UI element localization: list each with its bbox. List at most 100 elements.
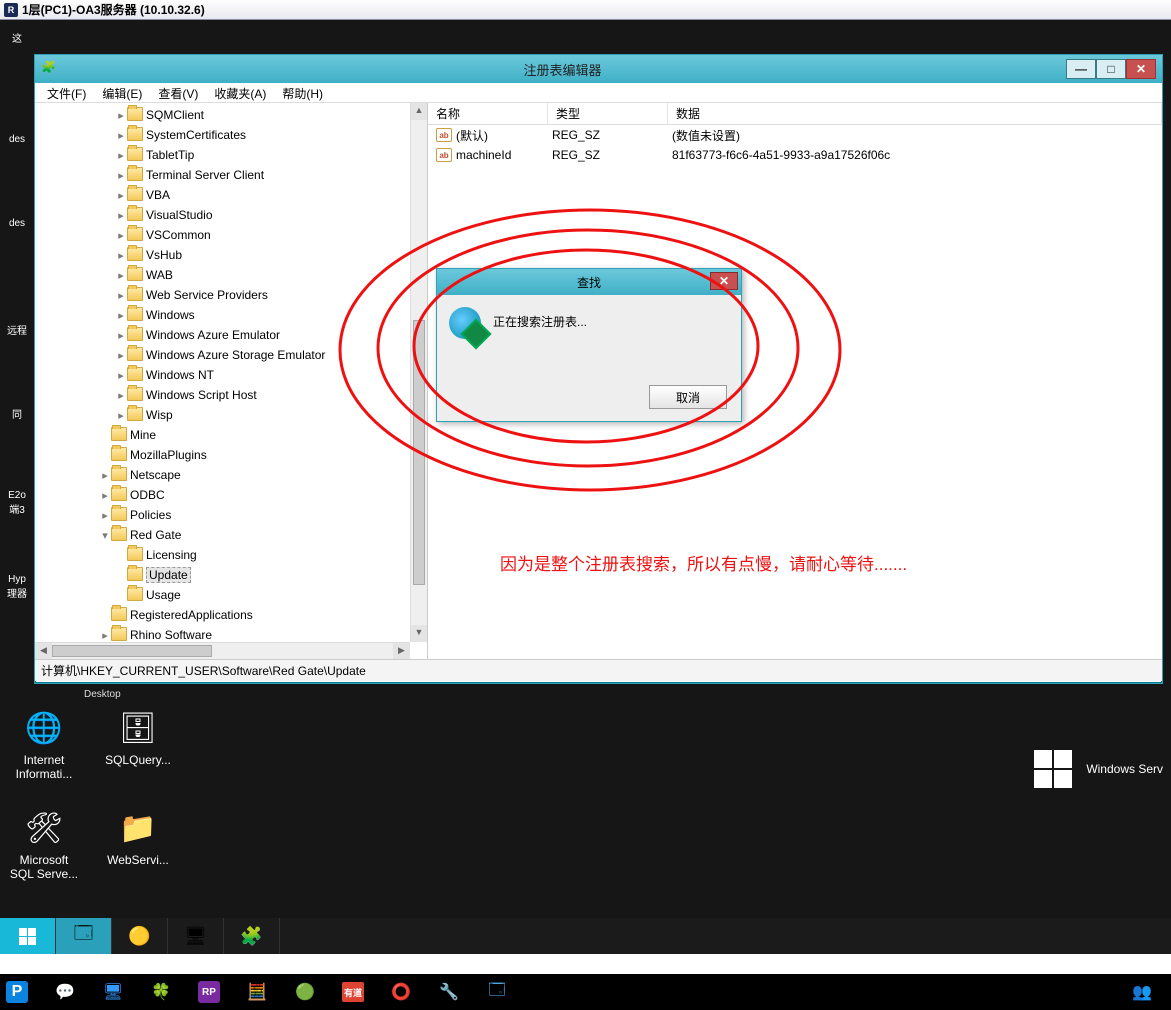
taskbar-teamviewer-icon[interactable]: ⭕	[390, 981, 412, 1003]
tree-item[interactable]: ▸Web Service Providers	[115, 285, 427, 305]
taskbar-people-icon[interactable]: 👥	[1131, 981, 1153, 1003]
icon-webservice[interactable]: 📁WebServi...	[102, 806, 174, 881]
taskbar-window-icon[interactable]: 🗔	[486, 981, 508, 1003]
icon-mssql[interactable]: 🛠Microsoft SQL Serve...	[8, 806, 80, 881]
scroll-right-icon[interactable]: ▶	[393, 643, 410, 659]
left-icon-0[interactable]: 这	[0, 30, 34, 90]
tree-hscroll[interactable]: ◀ ▶	[35, 642, 410, 659]
taskbar-clover-icon[interactable]: 🍀	[150, 981, 172, 1003]
tree-item[interactable]: Mine	[99, 425, 427, 445]
taskbar-tool-icon[interactable]: 🔧	[438, 981, 460, 1003]
tree-item[interactable]: ▸Windows	[115, 305, 427, 325]
registry-tree[interactable]: ▸SQMClient▸SystemCertificates▸TabletTip▸…	[35, 103, 428, 659]
menu-view[interactable]: 查看(V)	[150, 83, 206, 102]
left-icon-2[interactable]: des	[0, 218, 34, 278]
taskbar-control-panel[interactable]: 🖥	[168, 918, 224, 954]
tree-item[interactable]: ▸SystemCertificates	[115, 125, 427, 145]
tree-item[interactable]: ▸Windows Azure Storage Emulator	[115, 345, 427, 365]
tree-item[interactable]: ▸VisualStudio	[115, 205, 427, 225]
minimize-button[interactable]: —	[1066, 59, 1096, 79]
find-dialog-close-button[interactable]: ✕	[710, 272, 738, 290]
list-row[interactable]: ab(默认)REG_SZ(数值未设置)	[428, 125, 1162, 145]
regedit-statusbar: 计算机\HKEY_CURRENT_USER\Software\Red Gate\…	[35, 659, 1162, 681]
left-icon-3[interactable]: 远程	[0, 322, 34, 382]
tree-item[interactable]: ▸WAB	[115, 265, 427, 285]
regedit-title: 注册表编辑器	[59, 60, 1066, 79]
left-icon-4[interactable]: 同	[0, 406, 34, 466]
tree-item[interactable]: ▸Windows Azure Emulator	[115, 325, 427, 345]
left-icon-5[interactable]: E2o 端3	[0, 490, 34, 550]
string-value-icon: ab	[436, 148, 452, 162]
tree-item[interactable]: Licensing	[115, 545, 427, 565]
tree-item-redgate[interactable]: ▾Red Gate	[99, 525, 427, 545]
taskbar-browser[interactable]: 🟡	[112, 918, 168, 954]
scroll-up-icon[interactable]: ▲	[411, 103, 427, 120]
windows-logo-icon	[1034, 750, 1072, 788]
menu-fav[interactable]: 收藏夹(A)	[206, 83, 274, 102]
tree-item[interactable]: RegisteredApplications	[99, 605, 427, 625]
scroll-thumb[interactable]	[413, 320, 425, 585]
server-taskbar[interactable]: 🗔 🟡 🖥 🧩	[0, 918, 1171, 954]
tree-item[interactable]: ▸Terminal Server Client	[115, 165, 427, 185]
taskbar-p-icon[interactable]: P	[6, 981, 28, 1003]
icon-iis[interactable]: 🌐Internet Informati...	[8, 706, 80, 781]
taskbar-monitor-icon[interactable]: 🖥	[102, 981, 124, 1003]
string-value-icon: ab	[436, 128, 452, 142]
tree-item[interactable]: ▸SQMClient	[115, 105, 427, 125]
start-button[interactable]	[0, 918, 56, 954]
tree-item[interactable]: ▸TabletTip	[115, 145, 427, 165]
scroll-left-icon[interactable]: ◀	[35, 643, 52, 659]
taskbar-calculator-icon[interactable]: 🧮	[246, 981, 268, 1003]
left-icon-6[interactable]: Hyp 理器	[0, 574, 34, 634]
find-dialog-title: 查找	[577, 274, 601, 291]
tree-item[interactable]: ▸VSCommon	[115, 225, 427, 245]
menu-edit[interactable]: 编辑(E)	[94, 83, 150, 102]
find-dialog-titlebar[interactable]: 查找 ✕	[437, 269, 741, 295]
tree-item[interactable]: Update	[115, 565, 427, 585]
cancel-button[interactable]: 取消	[649, 385, 727, 409]
scroll-down-icon[interactable]: ▼	[411, 625, 427, 642]
taskbar-chat-icon[interactable]: 💬	[54, 981, 76, 1003]
taskbar-regedit[interactable]: 🧩	[224, 918, 280, 954]
icon-sqlquery[interactable]: 🗄SQLQuery...	[102, 706, 174, 781]
remote-app-icon: R	[4, 3, 18, 17]
col-name[interactable]: 名称	[428, 103, 548, 124]
menu-help[interactable]: 帮助(H)	[274, 83, 331, 102]
col-type[interactable]: 类型	[548, 103, 668, 124]
host-taskbar[interactable]: P 💬 🖥 🍀 RP 🧮 🟢 有道 ⭕ 🔧 🗔 👥	[0, 974, 1171, 1010]
annotation-text: 因为是整个注册表搜索，所以有点慢，请耐心等待.......	[500, 550, 907, 575]
tree-item[interactable]: ▸VBA	[115, 185, 427, 205]
find-dialog: 查找 ✕ 正在搜索注册表... 取消	[436, 268, 742, 422]
regedit-titlebar[interactable]: 🧩 注册表编辑器 — □ ✕	[35, 55, 1162, 83]
remote-title: 1层(PC1)-OA3服务器 (10.10.32.6)	[22, 1, 205, 18]
tree-item[interactable]: ▸ODBC	[99, 485, 427, 505]
tree-item[interactable]: Usage	[115, 585, 427, 605]
tree-item[interactable]: ▸VsHub	[115, 245, 427, 265]
windows-server-branding: Windows Serv	[1034, 750, 1163, 788]
taskbar-youdao-icon[interactable]: 有道	[342, 982, 364, 1002]
tree-item[interactable]: ▸Windows Script Host	[115, 385, 427, 405]
list-row[interactable]: abmachineIdREG_SZ81f63773-f6c6-4a51-9933…	[428, 145, 1162, 165]
tree-item[interactable]: ▸Wisp	[115, 405, 427, 425]
searching-icon	[449, 307, 481, 339]
regedit-app-icon: 🧩	[41, 60, 59, 78]
desktop-icons-row2: 🛠Microsoft SQL Serve... 📁WebServi...	[8, 806, 174, 881]
hscroll-thumb[interactable]	[52, 645, 212, 657]
left-icon-1[interactable]: des	[0, 134, 34, 194]
gap	[0, 954, 1171, 974]
taskbar-rp-icon[interactable]: RP	[198, 981, 220, 1003]
menu-file[interactable]: 文件(F)	[39, 83, 94, 102]
tree-item[interactable]: ▸Windows NT	[115, 365, 427, 385]
col-data[interactable]: 数据	[668, 103, 1162, 124]
tree-item[interactable]: ▸Netscape	[99, 465, 427, 485]
taskbar-server-manager[interactable]: 🗔	[56, 918, 112, 954]
tree-item[interactable]: ▸Policies	[99, 505, 427, 525]
close-button[interactable]: ✕	[1126, 59, 1156, 79]
taskbar-qbrowser-icon[interactable]: 🟢	[294, 981, 316, 1003]
find-dialog-message: 正在搜索注册表...	[493, 313, 587, 330]
list-header[interactable]: 名称 类型 数据	[428, 103, 1162, 125]
desktop-icons-row1: 🌐Internet Informati... 🗄SQLQuery...	[8, 706, 174, 781]
maximize-button[interactable]: □	[1096, 59, 1126, 79]
tree-item[interactable]: MozillaPlugins	[99, 445, 427, 465]
tree-vscroll[interactable]: ▲ ▼	[410, 103, 427, 642]
